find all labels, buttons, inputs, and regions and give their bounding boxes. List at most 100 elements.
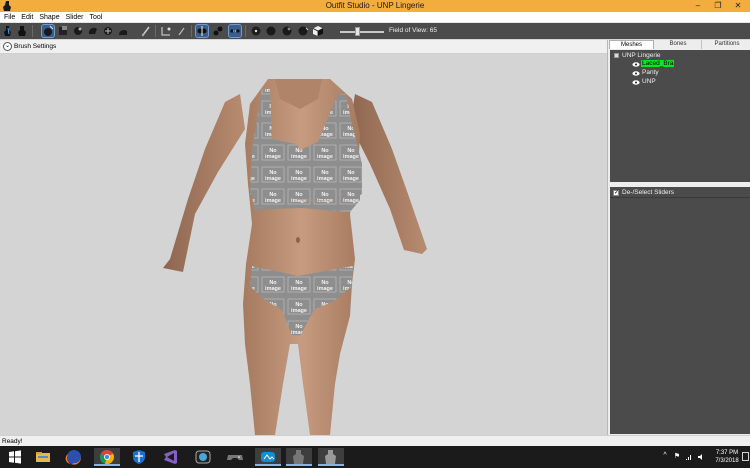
pen-icon <box>161 27 171 36</box>
tab-partitions[interactable]: Partitions <box>703 40 750 49</box>
brush-smooth-button[interactable] <box>102 25 114 37</box>
outfit-studio-icon <box>293 450 304 464</box>
select-tool-icon <box>4 26 11 36</box>
sphere-edge-icon <box>298 26 309 36</box>
menu-slider[interactable]: Slider <box>63 12 87 23</box>
brush-weight-icon <box>119 30 127 35</box>
tree-item-unp[interactable]: UNP <box>642 78 656 85</box>
sphere-icon <box>251 26 261 36</box>
pen-button[interactable] <box>160 25 172 37</box>
tab-bones[interactable]: Bones <box>655 40 702 49</box>
brush-mask-button[interactable] <box>41 24 55 38</box>
toolbar-separator <box>32 25 33 37</box>
taskbar-file-explorer[interactable] <box>30 448 56 466</box>
taskbar-security[interactable] <box>126 448 152 466</box>
taskbar-camera[interactable] <box>190 448 216 466</box>
brush-smooth-icon <box>104 27 112 35</box>
select-sliders-checkbox[interactable]: ✓ <box>613 190 619 196</box>
brush-inflate-button[interactable] <box>57 25 69 37</box>
camera-app-icon <box>195 450 211 464</box>
tree-root-label[interactable]: UNP Lingerie <box>622 52 661 59</box>
sphere-dark-button[interactable] <box>265 25 277 37</box>
toolbar-separator <box>155 25 156 37</box>
sphere-lit-button[interactable] <box>281 25 293 37</box>
windows-start-icon <box>9 450 21 464</box>
eye-icon[interactable] <box>632 80 640 85</box>
connect-button[interactable] <box>228 24 242 38</box>
brush-move-button[interactable] <box>87 25 99 37</box>
eye-icon[interactable] <box>632 71 640 76</box>
menu-tool[interactable]: Tool <box>87 12 106 23</box>
select-tool-button[interactable] <box>3 25 15 37</box>
status-text: Ready! <box>2 438 23 445</box>
volume-icon[interactable] <box>697 453 705 461</box>
menu-file[interactable]: File <box>1 12 18 23</box>
cube-button[interactable] <box>312 25 324 37</box>
taskbar: ^ ⚑ 7:37 PM 7/3/2018 <box>0 446 750 468</box>
mirror-x-button[interactable] <box>195 24 209 38</box>
visual-studio-icon <box>164 450 177 464</box>
chrome-icon <box>100 450 114 465</box>
body-model: No image <box>163 79 427 435</box>
tree-item-panty[interactable]: Panty <box>642 69 659 76</box>
wifi-icon[interactable] <box>685 453 693 461</box>
select-sliders-label[interactable]: De-/Select Sliders <box>622 189 674 196</box>
toolbar-separator <box>191 25 192 37</box>
transform-tool-button[interactable] <box>17 25 29 37</box>
mesh-tree: UNP Lingerie Laced_Bra Panty UNP <box>610 50 750 182</box>
security-shield-icon <box>133 450 145 464</box>
taskbar-outfit-studio-2[interactable] <box>318 448 344 466</box>
brush-mask-icon <box>44 25 54 36</box>
taskbar-gamepad[interactable] <box>222 448 248 466</box>
brush-alpha-button[interactable] <box>176 25 188 37</box>
outfit-studio-window: Outfit Studio - UNP Lingerie – ❐ ✕ File E… <box>0 0 750 468</box>
sphere-edge-button[interactable] <box>297 25 309 37</box>
window-title: Outfit Studio - UNP Lingerie <box>325 1 425 10</box>
mirror-x-icon <box>197 26 207 36</box>
title-bar[interactable]: Outfit Studio - UNP Lingerie – ❐ ✕ <box>0 0 750 12</box>
taskbar-photos[interactable] <box>255 448 281 466</box>
brush-color-icon <box>141 26 150 37</box>
brush-weight-button[interactable] <box>117 25 129 37</box>
brush-inflate-icon <box>59 26 67 35</box>
minimize-button[interactable]: – <box>688 0 708 12</box>
sphere-button[interactable] <box>250 25 262 37</box>
menu-edit[interactable]: Edit <box>18 12 36 23</box>
eye-icon[interactable] <box>632 62 640 67</box>
field-of-view-slider-thumb[interactable] <box>355 27 360 36</box>
sliders-list[interactable] <box>610 198 750 434</box>
left-arm <box>163 94 245 272</box>
tree-item-laced-bra[interactable]: Laced_Bra <box>641 60 675 67</box>
close-button[interactable]: ✕ <box>728 0 748 12</box>
taskbar-firefox[interactable] <box>61 448 87 466</box>
brush-color-button[interactable] <box>140 25 152 37</box>
brush-deflate-button[interactable] <box>72 25 84 37</box>
notifications-icon[interactable] <box>742 452 749 461</box>
taskbar-chrome[interactable] <box>94 448 120 466</box>
clock-time: 7:37 PM <box>715 450 739 456</box>
3d-viewport[interactable]: No image <box>0 54 607 435</box>
status-bar: Ready! <box>0 435 750 446</box>
brush-move-icon <box>88 27 97 34</box>
tree-expander[interactable] <box>614 53 619 58</box>
start-button[interactable] <box>2 448 28 466</box>
chevron-down-icon[interactable]: ⌄ <box>3 42 12 51</box>
tree-item-label: Laced_Bra <box>641 60 675 67</box>
tray-chevron-icon[interactable]: ^ <box>661 452 669 462</box>
taskbar-outfit-studio[interactable] <box>286 448 312 466</box>
maximize-button[interactable]: ❐ <box>708 0 728 12</box>
brush-deflate-icon <box>74 27 82 35</box>
merge-button[interactable] <box>212 25 224 37</box>
flag-icon[interactable]: ⚑ <box>673 452 681 462</box>
taskbar-visual-studio[interactable] <box>157 448 183 466</box>
field-of-view-slider-track[interactable] <box>340 31 384 33</box>
sliders-header: ✓ De-/Select Sliders <box>610 187 750 198</box>
menu-shape[interactable]: Shape <box>36 12 62 23</box>
system-clock[interactable]: 7:37 PM 7/3/2018 <box>712 449 742 465</box>
navel <box>296 237 300 243</box>
menu-bar: File Edit Shape Slider Tool <box>0 12 750 23</box>
tab-meshes[interactable]: Meshes <box>609 40 654 49</box>
sphere-lit-icon <box>282 26 292 36</box>
brush-settings-bar[interactable]: ⌄ Brush Settings <box>0 40 607 54</box>
brush-alpha-icon <box>178 27 185 36</box>
